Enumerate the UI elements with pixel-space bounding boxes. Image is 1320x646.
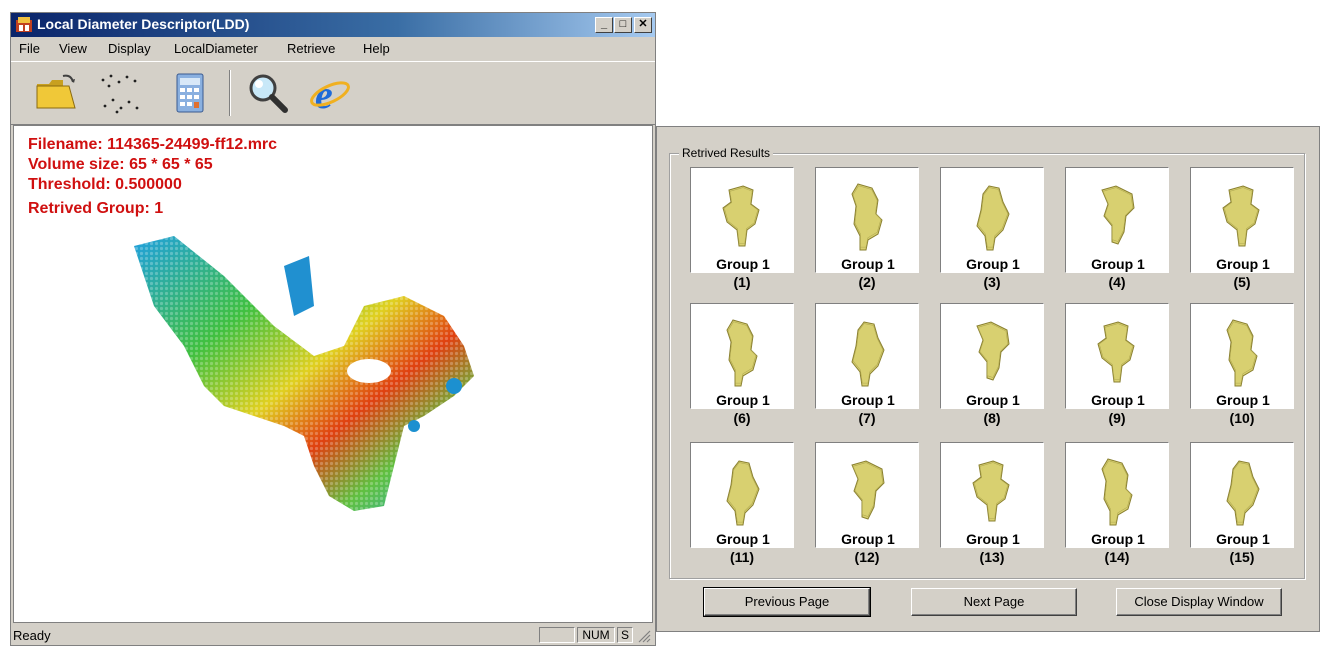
result-group-label: Group 1 — [966, 531, 1020, 547]
result-thumbnail[interactable]: Group 1 — [815, 303, 919, 409]
menu-view[interactable]: View — [59, 41, 87, 56]
result-index-label: (5) — [1233, 274, 1251, 290]
result-group-label: Group 1 — [1091, 256, 1145, 272]
menu-localdiameter[interactable]: LocalDiameter — [174, 41, 258, 56]
result-group-label: Group 1 — [966, 256, 1020, 272]
volume-render — [134, 236, 474, 511]
menu-file[interactable]: File — [19, 41, 40, 56]
protein-surface-image — [726, 460, 760, 526]
resize-grip-icon[interactable] — [637, 629, 651, 643]
status-bar: Ready NUM S — [11, 625, 655, 645]
result-group-label: Group 1 — [841, 392, 895, 408]
result-group-label: Group 1 — [1216, 392, 1270, 408]
title-bar[interactable]: Local Diameter Descriptor(LDD) _ □ ✕ — [11, 13, 655, 37]
results-group-label: Retrived Results — [679, 146, 774, 160]
result-thumbnail[interactable]: Group 1 — [940, 303, 1044, 409]
result-index-label: (11) — [729, 549, 755, 565]
protein-surface-image — [1101, 458, 1133, 526]
ldd-window: Local Diameter Descriptor(LDD) _ □ ✕ Fil… — [10, 12, 656, 646]
status-num: NUM — [577, 627, 615, 643]
result-group-label: Group 1 — [966, 392, 1020, 408]
protein-surface-image — [976, 185, 1010, 251]
result-group-label: Group 1 — [716, 392, 770, 408]
menu-display[interactable]: Display — [108, 41, 151, 56]
protein-surface-image — [1226, 460, 1260, 526]
result-thumbnail[interactable]: Group 1 — [1190, 167, 1294, 273]
protein-surface-image — [1101, 185, 1135, 245]
next-page-button[interactable]: Next Page — [911, 588, 1077, 616]
protein-surface-image — [1226, 319, 1258, 387]
threshold-label: Threshold: 0.500000 — [28, 176, 182, 193]
result-group-label: Group 1 — [716, 531, 770, 547]
result-index-label: (2) — [858, 274, 876, 290]
result-index-label: (4) — [1108, 274, 1126, 290]
point-cloud-icon[interactable] — [97, 70, 143, 116]
result-index-label: (1) — [733, 274, 751, 290]
result-index-label: (3) — [983, 274, 1001, 290]
maximize-button[interactable]: □ — [614, 17, 632, 33]
close-button[interactable]: ✕ — [634, 17, 652, 33]
result-thumbnail[interactable]: Group 1 — [815, 442, 919, 548]
result-index-label: (7) — [858, 410, 876, 426]
result-thumbnail[interactable]: Group 1 — [1190, 442, 1294, 548]
result-index-label: (12) — [854, 549, 880, 565]
result-thumbnail[interactable]: Group 1 — [940, 167, 1044, 273]
result-index-label: (6) — [733, 410, 751, 426]
toolbar: e — [11, 61, 655, 125]
result-index-label: (8) — [983, 410, 1001, 426]
open-folder-icon[interactable] — [33, 70, 79, 116]
protein-surface-image — [972, 460, 1010, 522]
protein-surface-image — [851, 183, 883, 251]
close-display-window-button[interactable]: Close Display Window — [1116, 588, 1282, 616]
window-title: Local Diameter Descriptor(LDD) — [37, 16, 250, 32]
previous-page-button[interactable]: Previous Page — [703, 587, 871, 617]
app-icon — [16, 17, 32, 32]
protein-surface-image — [851, 460, 885, 520]
menu-retrieve[interactable]: Retrieve — [287, 41, 335, 56]
filename-label: Filename: 114365-24499-ff12.mrc — [28, 136, 278, 153]
magnifier-icon[interactable] — [245, 70, 291, 116]
result-group-label: Group 1 — [716, 256, 770, 272]
result-group-label: Group 1 — [1091, 392, 1145, 408]
menu-help[interactable]: Help — [363, 41, 390, 56]
result-group-label: Group 1 — [1216, 531, 1270, 547]
retrieved-group-label: Retrived Group: 1 — [28, 200, 164, 217]
result-thumbnail[interactable]: Group 1 — [690, 303, 794, 409]
status-pane-empty — [539, 627, 575, 643]
protein-surface-image — [1097, 321, 1135, 383]
result-index-label: (13) — [979, 549, 1005, 565]
internet-explorer-icon[interactable]: e — [307, 70, 353, 116]
menu-bar: File View Display LocalDiameter Retrieve… — [11, 38, 655, 60]
status-scrl: S — [617, 627, 633, 643]
minimize-button[interactable]: _ — [595, 17, 613, 33]
result-thumbnail[interactable]: Group 1 — [1065, 303, 1169, 409]
protein-surface-image — [1222, 185, 1260, 247]
status-text: Ready — [13, 628, 51, 643]
results-window: Retrived Results Group 1 (1) Group 1 (2) Gro… — [656, 126, 1320, 632]
result-thumbnail[interactable]: Group 1 — [690, 442, 794, 548]
protein-surface-image — [976, 321, 1010, 381]
result-thumbnail[interactable]: Group 1 — [815, 167, 919, 273]
result-index-label: (10) — [1229, 410, 1255, 426]
result-group-label: Group 1 — [1091, 531, 1145, 547]
result-thumbnail[interactable]: Group 1 — [1065, 167, 1169, 273]
protein-surface-image — [726, 319, 758, 387]
result-index-label: (9) — [1108, 410, 1126, 426]
toolbar-separator — [229, 70, 231, 116]
result-thumbnail[interactable]: Group 1 — [690, 167, 794, 273]
volume-size-label: Volume size: 65 * 65 * 65 — [28, 156, 213, 173]
result-thumbnail[interactable]: Group 1 — [1190, 303, 1294, 409]
result-thumbnail[interactable]: Group 1 — [940, 442, 1044, 548]
result-group-label: Group 1 — [841, 531, 895, 547]
result-group-label: Group 1 — [1216, 256, 1270, 272]
result-index-label: (15) — [1229, 549, 1255, 565]
result-index-label: (14) — [1104, 549, 1130, 565]
protein-surface-image — [722, 185, 760, 247]
result-thumbnail[interactable]: Group 1 — [1065, 442, 1169, 548]
protein-surface-image — [851, 321, 885, 387]
view-area[interactable]: Filename: 114365-24499-ff12.mrc Volume s… — [13, 125, 653, 623]
result-group-label: Group 1 — [841, 256, 895, 272]
calculator-icon[interactable] — [167, 70, 213, 116]
